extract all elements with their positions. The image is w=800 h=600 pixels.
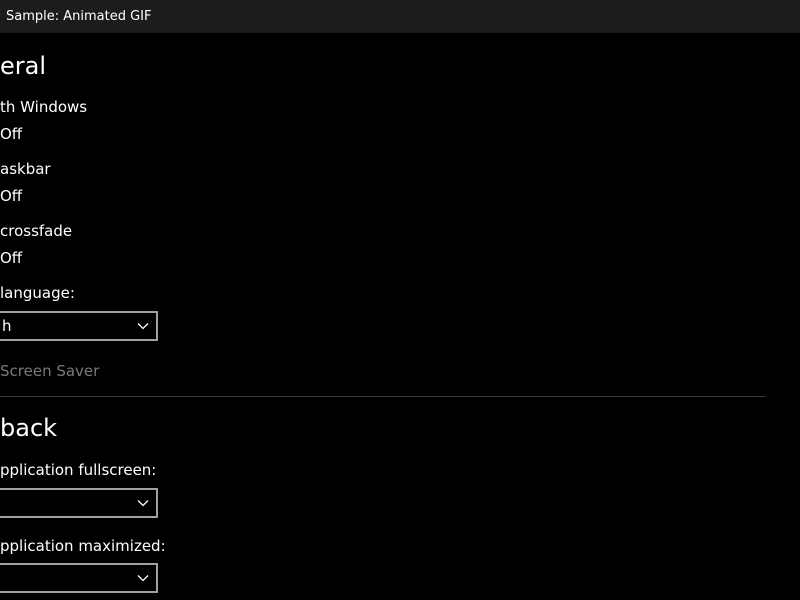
- crossfade-toggle-state[interactable]: Off: [0, 248, 22, 268]
- general-section-heading: eral: [0, 52, 47, 80]
- taskbar-label: askbar: [0, 160, 51, 178]
- title-bar[interactable]: Sample: Animated GIF: [0, 0, 800, 33]
- maximized-label: pplication maximized:: [0, 537, 166, 555]
- maximized-dropdown[interactable]: [0, 563, 158, 593]
- language-dropdown-value: h: [2, 317, 12, 335]
- start-with-windows-toggle-state[interactable]: Off: [0, 124, 22, 144]
- app-window: Sample: Animated GIF eral th Windows Off…: [0, 0, 800, 600]
- crossfade-label: crossfade: [0, 222, 73, 240]
- language-label: language:: [0, 284, 75, 302]
- fullscreen-dropdown[interactable]: [0, 488, 158, 518]
- chevron-down-icon: [137, 575, 149, 582]
- window-title: Sample: Animated GIF: [6, 9, 152, 24]
- playback-section-heading: back: [0, 414, 58, 442]
- chevron-down-icon: [137, 323, 149, 330]
- language-dropdown[interactable]: h: [0, 311, 158, 341]
- start-with-windows-label: th Windows: [0, 98, 88, 116]
- fullscreen-label: pplication fullscreen:: [0, 461, 157, 479]
- section-divider: [0, 396, 766, 397]
- taskbar-toggle-state[interactable]: Off: [0, 186, 22, 206]
- screen-saver-link[interactable]: Screen Saver: [0, 361, 99, 381]
- chevron-down-icon: [137, 500, 149, 507]
- settings-content: eral th Windows Off askbar Off crossfade…: [0, 33, 800, 600]
